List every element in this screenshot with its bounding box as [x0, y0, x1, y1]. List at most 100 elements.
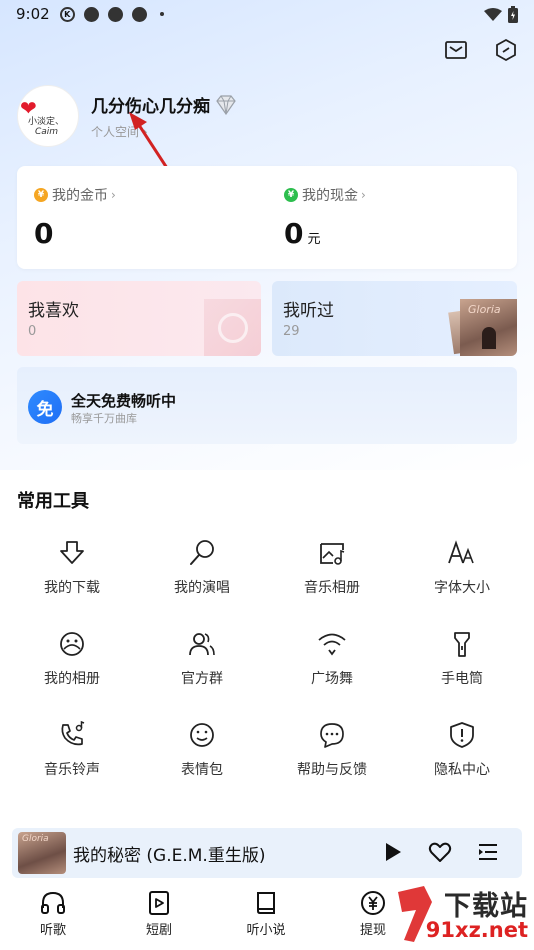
nav-item-novel[interactable]: 听小说	[213, 890, 319, 938]
gold-coin-icon: ¥	[34, 188, 48, 202]
wifi-icon	[484, 7, 502, 21]
avatar[interactable]: ❤ 小淡定、 Caim	[17, 85, 79, 147]
free-badge-icon: 免	[28, 390, 62, 424]
tool-ringtone[interactable]: 音乐铃声	[7, 720, 137, 790]
chevron-right-icon: ›	[111, 188, 116, 202]
tool-label: 隐私中心	[434, 762, 490, 778]
headphones-icon	[41, 891, 65, 914]
promo-title: 全天免费畅听中	[71, 392, 177, 410]
music-album-icon	[320, 543, 345, 565]
mini-player[interactable]: Gloria 我的秘密 (G.E.M.重生版)	[12, 828, 522, 878]
short-drama-icon	[149, 891, 169, 915]
ringtone-icon	[61, 720, 85, 746]
tool-official-group[interactable]: 官方群	[137, 629, 267, 699]
font-size-icon	[448, 540, 474, 564]
favorites-count: 0	[28, 324, 37, 339]
cover-signature: Gloria	[22, 834, 49, 844]
my-favorites-card[interactable]: 我喜欢 0	[17, 281, 261, 356]
help-feedback-icon	[320, 723, 344, 748]
status-right	[484, 6, 518, 23]
cash-value: 0	[284, 217, 304, 250]
nav-label: 听小说	[246, 923, 286, 938]
flashlight-icon	[454, 632, 470, 657]
book-icon	[257, 892, 275, 914]
cover-figure	[482, 327, 496, 349]
tool-help-feedback[interactable]: 帮助与反馈	[267, 720, 397, 790]
tool-square-dance[interactable]: 广场舞	[267, 629, 397, 699]
microphone-icon	[190, 540, 214, 565]
mail-icon[interactable]	[444, 38, 468, 62]
tool-privacy-center[interactable]: 隐私中心	[397, 720, 527, 790]
k-circle-icon: K	[59, 6, 75, 22]
withdraw-icon	[361, 891, 385, 915]
tools-section-title: 常用工具	[17, 491, 89, 512]
mini-player-controls	[380, 840, 500, 864]
tool-font-size[interactable]: 字体大小	[397, 538, 527, 608]
nav-label: 听歌	[39, 923, 66, 938]
coins-section[interactable]: ¥ 我的金币 › 0	[34, 185, 116, 250]
coins-value: 0	[34, 217, 54, 250]
nav-label: 短剧	[145, 923, 172, 938]
promo-subtitle: 畅享千万曲库	[71, 412, 137, 425]
header-icons	[444, 38, 518, 62]
tool-label: 广场舞	[311, 671, 353, 687]
nav-item-listen[interactable]: 听歌	[0, 890, 106, 938]
tool-emoji[interactable]: 表情包	[137, 720, 267, 790]
tool-flashlight[interactable]: 手电筒	[397, 629, 527, 699]
favorites-cover	[204, 299, 261, 356]
now-playing-title: 我的秘密 (G.E.M.重生版)	[73, 846, 266, 866]
coins-label-row: ¥ 我的金币 ›	[34, 185, 116, 205]
cube-icon[interactable]	[494, 38, 518, 62]
privacy-icon	[450, 722, 474, 748]
battery-icon	[508, 6, 518, 23]
cash-value-row: 0 元	[284, 217, 366, 250]
coins-label: 我的金币	[52, 188, 108, 204]
tool-photo-album[interactable]: 我的相册	[7, 629, 137, 699]
photo-album-icon	[60, 632, 84, 656]
tool-label: 我的演唱	[174, 580, 230, 596]
cash-icon: ¥	[284, 188, 298, 202]
tool-label: 表情包	[181, 762, 223, 778]
tool-label: 我的下载	[44, 580, 100, 596]
disc-icon	[218, 313, 248, 343]
recently-played-card[interactable]: 我听过 29 Gloria	[272, 281, 517, 356]
recently-played-title: 我听过	[283, 301, 334, 321]
recently-played-count: 29	[283, 324, 300, 339]
group-icon	[189, 633, 215, 656]
tool-label: 字体大小	[434, 580, 490, 596]
playlist-icon[interactable]	[476, 840, 500, 864]
ring-icon	[107, 6, 123, 22]
cash-label-row: ¥ 我的现金 ›	[284, 185, 366, 205]
favorites-title: 我喜欢	[28, 301, 79, 321]
download-icon	[60, 541, 84, 564]
cash-section[interactable]: ¥ 我的现金 › 0 元	[284, 185, 366, 250]
emoji-icon	[190, 723, 214, 747]
heart-outline-icon[interactable]	[428, 840, 452, 864]
tool-music-album[interactable]: 音乐相册	[267, 538, 397, 608]
play-icon[interactable]	[380, 840, 404, 864]
coins-value-row: 0	[34, 217, 116, 250]
dot-icon	[159, 12, 164, 16]
cover-signature: Gloria	[468, 303, 501, 316]
ring-icon	[83, 6, 99, 22]
cash-unit: 元	[307, 232, 321, 247]
watermark-domain: 91xz.net	[425, 918, 528, 942]
wallet-card: ¥ 我的金币 › 0 ¥ 我的现金 › 0 元	[17, 166, 517, 269]
tool-label: 官方群	[181, 671, 223, 687]
tool-label: 手电筒	[441, 671, 483, 687]
tool-my-singing[interactable]: 我的演唱	[137, 538, 267, 608]
tool-download[interactable]: 我的下载	[7, 538, 137, 608]
tool-label: 音乐相册	[304, 580, 360, 596]
recently-played-cover: Gloria	[460, 299, 517, 356]
free-listening-banner[interactable]: 免 全天免费畅听中 畅享千万曲库	[17, 367, 517, 444]
mini-player-cover: Gloria	[18, 832, 66, 874]
tool-label: 我的相册	[44, 671, 100, 687]
tool-label: 帮助与反馈	[297, 762, 367, 778]
chevron-right-icon: ›	[361, 188, 366, 202]
avatar-text-1: 小淡定、	[28, 117, 65, 127]
avatar-text-2: Caim	[35, 127, 59, 137]
diamond-icon[interactable]	[214, 94, 238, 115]
nav-item-short-drama[interactable]: 短剧	[106, 890, 212, 938]
cash-label: 我的现金	[302, 188, 358, 204]
ring-icon	[131, 6, 147, 22]
